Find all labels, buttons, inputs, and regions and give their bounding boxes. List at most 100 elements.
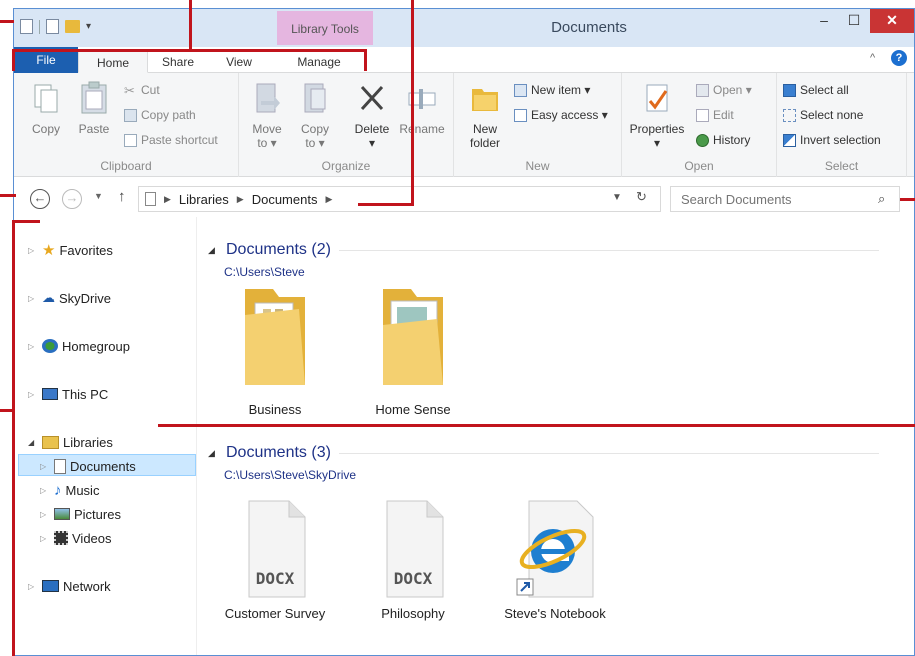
customize-toolbar-icon[interactable]: ▾: [86, 21, 91, 32]
help-icon[interactable]: ?: [891, 50, 907, 66]
breadcrumb-documents[interactable]: Documents: [252, 192, 318, 207]
file-item[interactable]: Steve's Notebook: [496, 499, 614, 621]
new-document-icon[interactable]: [46, 19, 59, 34]
open-group-label: Open: [684, 159, 714, 173]
nav-item-network[interactable]: ▷ Network: [28, 575, 111, 597]
copy-path-button[interactable]: Copy path: [124, 108, 196, 122]
back-button[interactable]: ←: [30, 189, 50, 209]
copy-to-icon: [304, 83, 326, 113]
invert-selection-label: Invert selection: [800, 133, 881, 147]
new-folder-icon[interactable]: [65, 20, 80, 33]
easy-access-label: Easy access ▾: [531, 108, 608, 122]
paste-button[interactable]: Paste: [70, 81, 118, 136]
recent-locations-icon[interactable]: ▼: [94, 191, 103, 201]
expand-arrow-icon[interactable]: ▷: [28, 582, 38, 591]
delete-button[interactable]: Delete ▾: [349, 81, 395, 150]
tab-home[interactable]: Home: [78, 51, 148, 73]
tab-view[interactable]: View: [208, 51, 270, 73]
search-input[interactable]: [670, 186, 900, 212]
music-note-icon: ♪: [54, 481, 62, 499]
rename-button[interactable]: Rename: [397, 81, 447, 136]
folder-item[interactable]: Business: [220, 285, 330, 417]
nav-item-libraries[interactable]: ◢ Libraries: [28, 431, 113, 453]
close-button[interactable]: ✕: [870, 9, 914, 33]
toolbar-separator: [39, 19, 40, 34]
folder-icon: [245, 289, 305, 385]
expand-arrow-icon[interactable]: ▷: [40, 510, 50, 519]
move-to-button[interactable]: Move to ▾: [243, 81, 291, 150]
star-icon: ★: [42, 242, 56, 259]
expand-arrow-icon[interactable]: ▷: [28, 294, 38, 303]
minimize-button[interactable]: –: [810, 9, 838, 33]
library-icon: [145, 192, 156, 206]
properties-icon[interactable]: [20, 19, 33, 34]
folder-icon: [383, 289, 443, 385]
libraries-folder-icon: [42, 435, 59, 449]
address-dropdown-icon[interactable]: ▼: [612, 192, 622, 203]
new-item-button[interactable]: New item ▾: [514, 83, 590, 97]
section-divider: [338, 452, 879, 454]
breadcrumb-libraries[interactable]: Libraries: [179, 192, 229, 207]
invert-selection-button[interactable]: Invert selection: [783, 133, 881, 147]
delete-arrow: ▾: [368, 136, 376, 150]
refresh-icon[interactable]: ↻: [636, 189, 647, 205]
section-header-documents-local[interactable]: ◢ Documents (2): [208, 241, 879, 259]
forward-button[interactable]: →: [62, 189, 82, 209]
history-button[interactable]: History: [696, 133, 750, 147]
nav-item-favorites[interactable]: ▷ ★ Favorites: [28, 239, 113, 261]
expand-arrow-icon[interactable]: ▷: [28, 246, 38, 255]
file-item[interactable]: DOCX Philosophy: [358, 499, 468, 621]
paste-shortcut-button[interactable]: Paste shortcut: [124, 133, 218, 147]
callout-line-content: [158, 424, 915, 427]
nav-item-skydrive[interactable]: ▷ ☁ SkyDrive: [28, 287, 111, 309]
expand-arrow-icon[interactable]: ▷: [28, 390, 38, 399]
paste-label: Paste: [78, 122, 110, 136]
expand-arrow-icon[interactable]: ▷: [40, 486, 50, 495]
tab-manage[interactable]: Manage: [270, 51, 368, 73]
file-item[interactable]: DOCX Customer Survey: [220, 499, 330, 621]
copy-button[interactable]: Copy: [22, 81, 70, 136]
chevron-right-icon[interactable]: ▶: [164, 194, 171, 205]
cut-button[interactable]: ✂ Cut: [124, 83, 160, 97]
open-button[interactable]: Open ▾: [696, 83, 752, 97]
expand-arrow-icon[interactable]: ▷: [28, 342, 38, 351]
search-icon[interactable]: ⌕: [878, 191, 885, 207]
open-label: Open ▾: [713, 83, 752, 97]
nav-label: Network: [63, 578, 111, 594]
nav-label: Videos: [72, 530, 112, 546]
nav-item-pictures[interactable]: ▷ Pictures: [40, 503, 121, 525]
edit-button[interactable]: Edit: [696, 108, 734, 122]
copy-to-button[interactable]: Copy to ▾: [291, 81, 339, 150]
item-label: Customer Survey: [224, 606, 326, 621]
tab-share[interactable]: Share: [148, 51, 208, 73]
nav-item-music[interactable]: ▷ ♪ Music: [40, 479, 99, 501]
item-label: Steve's Notebook: [504, 606, 606, 621]
nav-item-homegroup[interactable]: ▷ Homegroup: [28, 335, 130, 357]
nav-item-videos[interactable]: ▷ Videos: [40, 527, 112, 549]
up-arrow-icon[interactable]: ↑: [118, 188, 126, 205]
item-label: Business: [248, 402, 302, 417]
collapse-arrow-icon[interactable]: ◢: [208, 448, 218, 459]
folder-item[interactable]: Home Sense: [358, 285, 468, 417]
section-header-documents-skydrive[interactable]: ◢ Documents (3): [208, 444, 879, 462]
easy-access-button[interactable]: Easy access ▾: [514, 108, 608, 122]
new-folder-button[interactable]: New folder: [458, 81, 512, 150]
organize-group: Move to ▾ Copy to ▾ Delete ▾ Rename Orga…: [239, 73, 454, 177]
chevron-right-icon[interactable]: ▶: [237, 194, 244, 205]
expand-arrow-icon[interactable]: ▷: [40, 534, 50, 543]
nav-item-this-pc[interactable]: ▷ This PC: [28, 383, 108, 405]
select-none-icon: [783, 108, 796, 122]
select-all-button[interactable]: Select all: [783, 83, 849, 97]
nav-item-documents[interactable]: ▷ Documents: [40, 455, 136, 477]
maximize-button[interactable]: ☐: [840, 9, 868, 33]
callout-line-nav-vertical: [12, 220, 15, 656]
select-none-button[interactable]: Select none: [783, 108, 863, 122]
chevron-right-icon[interactable]: ▶: [325, 194, 332, 205]
properties-button[interactable]: Properties ▾: [624, 81, 690, 150]
collapse-arrow-icon[interactable]: ◢: [28, 438, 38, 447]
expand-arrow-icon[interactable]: ▷: [40, 462, 50, 471]
collapse-arrow-icon[interactable]: ◢: [208, 245, 218, 256]
item-label: Philosophy: [381, 606, 445, 621]
address-bar[interactable]: ▶ Libraries ▶ Documents ▶: [138, 186, 661, 212]
minimize-ribbon-icon[interactable]: ^: [870, 52, 875, 64]
